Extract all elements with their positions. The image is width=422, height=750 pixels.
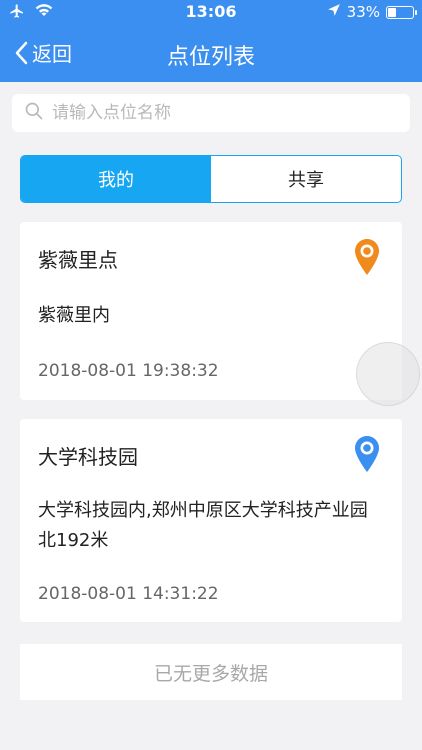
segmented-tabs: 我的 共享 bbox=[20, 155, 402, 203]
tab-mine[interactable]: 我的 bbox=[21, 156, 211, 202]
tab-shared-label: 共享 bbox=[288, 170, 324, 191]
page-title: 点位列表 bbox=[166, 45, 255, 70]
location-pin-orange-icon[interactable] bbox=[354, 238, 380, 280]
point-time: 2018-08-01 19:38:32 bbox=[38, 361, 219, 381]
no-more-label: 已无更多数据 bbox=[153, 662, 268, 685]
point-name: 大学科技园 bbox=[38, 445, 138, 469]
nav-bar: 返回 点位列表 bbox=[0, 24, 422, 82]
battery-icon bbox=[386, 5, 417, 19]
status-bar: 13:06 33% bbox=[0, 0, 422, 24]
assistive-touch-button[interactable] bbox=[356, 342, 420, 406]
search-icon bbox=[24, 101, 44, 125]
no-more-data: 已无更多数据 bbox=[20, 644, 402, 700]
tab-shared[interactable]: 共享 bbox=[211, 156, 401, 202]
location-pin-blue-icon[interactable] bbox=[354, 435, 380, 477]
battery-percent: 33% bbox=[346, 3, 380, 21]
location-arrow-icon bbox=[327, 3, 341, 21]
status-right: 33% bbox=[327, 3, 417, 21]
search-input[interactable] bbox=[52, 103, 392, 123]
point-name: 紫薇里点 bbox=[38, 248, 118, 272]
search-box[interactable] bbox=[12, 94, 410, 132]
point-card[interactable]: 大学科技园 大学科技园内,郑州中原区大学科技产业园北192米 2018-08-0… bbox=[20, 419, 402, 622]
tab-mine-label: 我的 bbox=[98, 170, 134, 191]
point-address: 大学科技园内,郑州中原区大学科技产业园北192米 bbox=[38, 500, 368, 551]
search-bar bbox=[12, 94, 410, 132]
point-card[interactable]: 紫薇里点 紫薇里内 2018-08-01 19:38:32 bbox=[20, 222, 402, 400]
point-address: 紫薇里内 bbox=[38, 305, 110, 326]
point-time: 2018-08-01 14:31:22 bbox=[38, 584, 219, 604]
